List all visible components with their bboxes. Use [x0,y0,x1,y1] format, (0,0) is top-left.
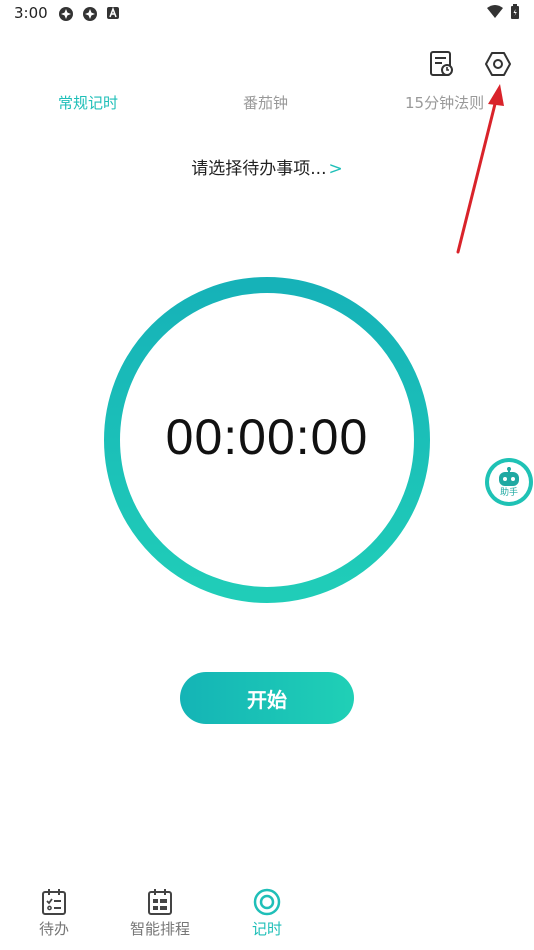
wifi-icon [487,5,503,18]
robot-icon [499,466,519,486]
todo-selector-label: 请选择待办事项... [191,159,327,179]
timer-display: 00:00:00 [165,409,369,465]
nav-label-smart-schedule: 智能排程 [129,920,190,938]
tab-pomodoro[interactable]: 番茄钟 [243,92,288,113]
todo-selector[interactable]: 请选择待办事项... > [0,154,534,179]
records-icon [430,51,453,76]
records-button[interactable] [426,48,458,80]
nav-item-timing[interactable]: 记时 [247,888,287,939]
nav-item-todo[interactable]: 待办 [34,888,74,939]
nav-label-todo: 待办 [38,920,69,938]
tab-regular-timing[interactable]: 常规记时 [58,92,118,113]
schedule-grid-icon [148,889,172,915]
nav-label-timing: 记时 [251,920,282,938]
mode-tabs: 常规记时 番茄钟 15分钟法则 [0,92,534,116]
assistant-label: 助手 [499,487,518,498]
status-bar: 3:00 [0,0,534,30]
settings-hexagon-icon [485,52,511,76]
notification-icons [58,6,120,22]
assistant-button[interactable]: 助手 [485,458,533,506]
system-icons [486,4,520,20]
tab-15-minute-rule[interactable]: 15分钟法则 [405,92,484,113]
nav-item-smart-schedule[interactable]: 智能排程 [126,888,194,939]
status-time: 3:00 [14,4,48,22]
app-notification-icon [59,7,73,21]
app-notification-icon [83,7,97,21]
chevron-right-icon: > [328,159,343,179]
timer-icon [253,888,281,916]
settings-button[interactable] [482,48,514,80]
start-button[interactable]: 开始 [180,672,354,724]
top-toolbar [426,48,514,80]
todo-list-icon [42,889,66,915]
bottom-nav: 待办 智能排程 记时 [0,888,534,950]
battery-icon [511,4,519,19]
font-notification-icon [107,6,119,19]
